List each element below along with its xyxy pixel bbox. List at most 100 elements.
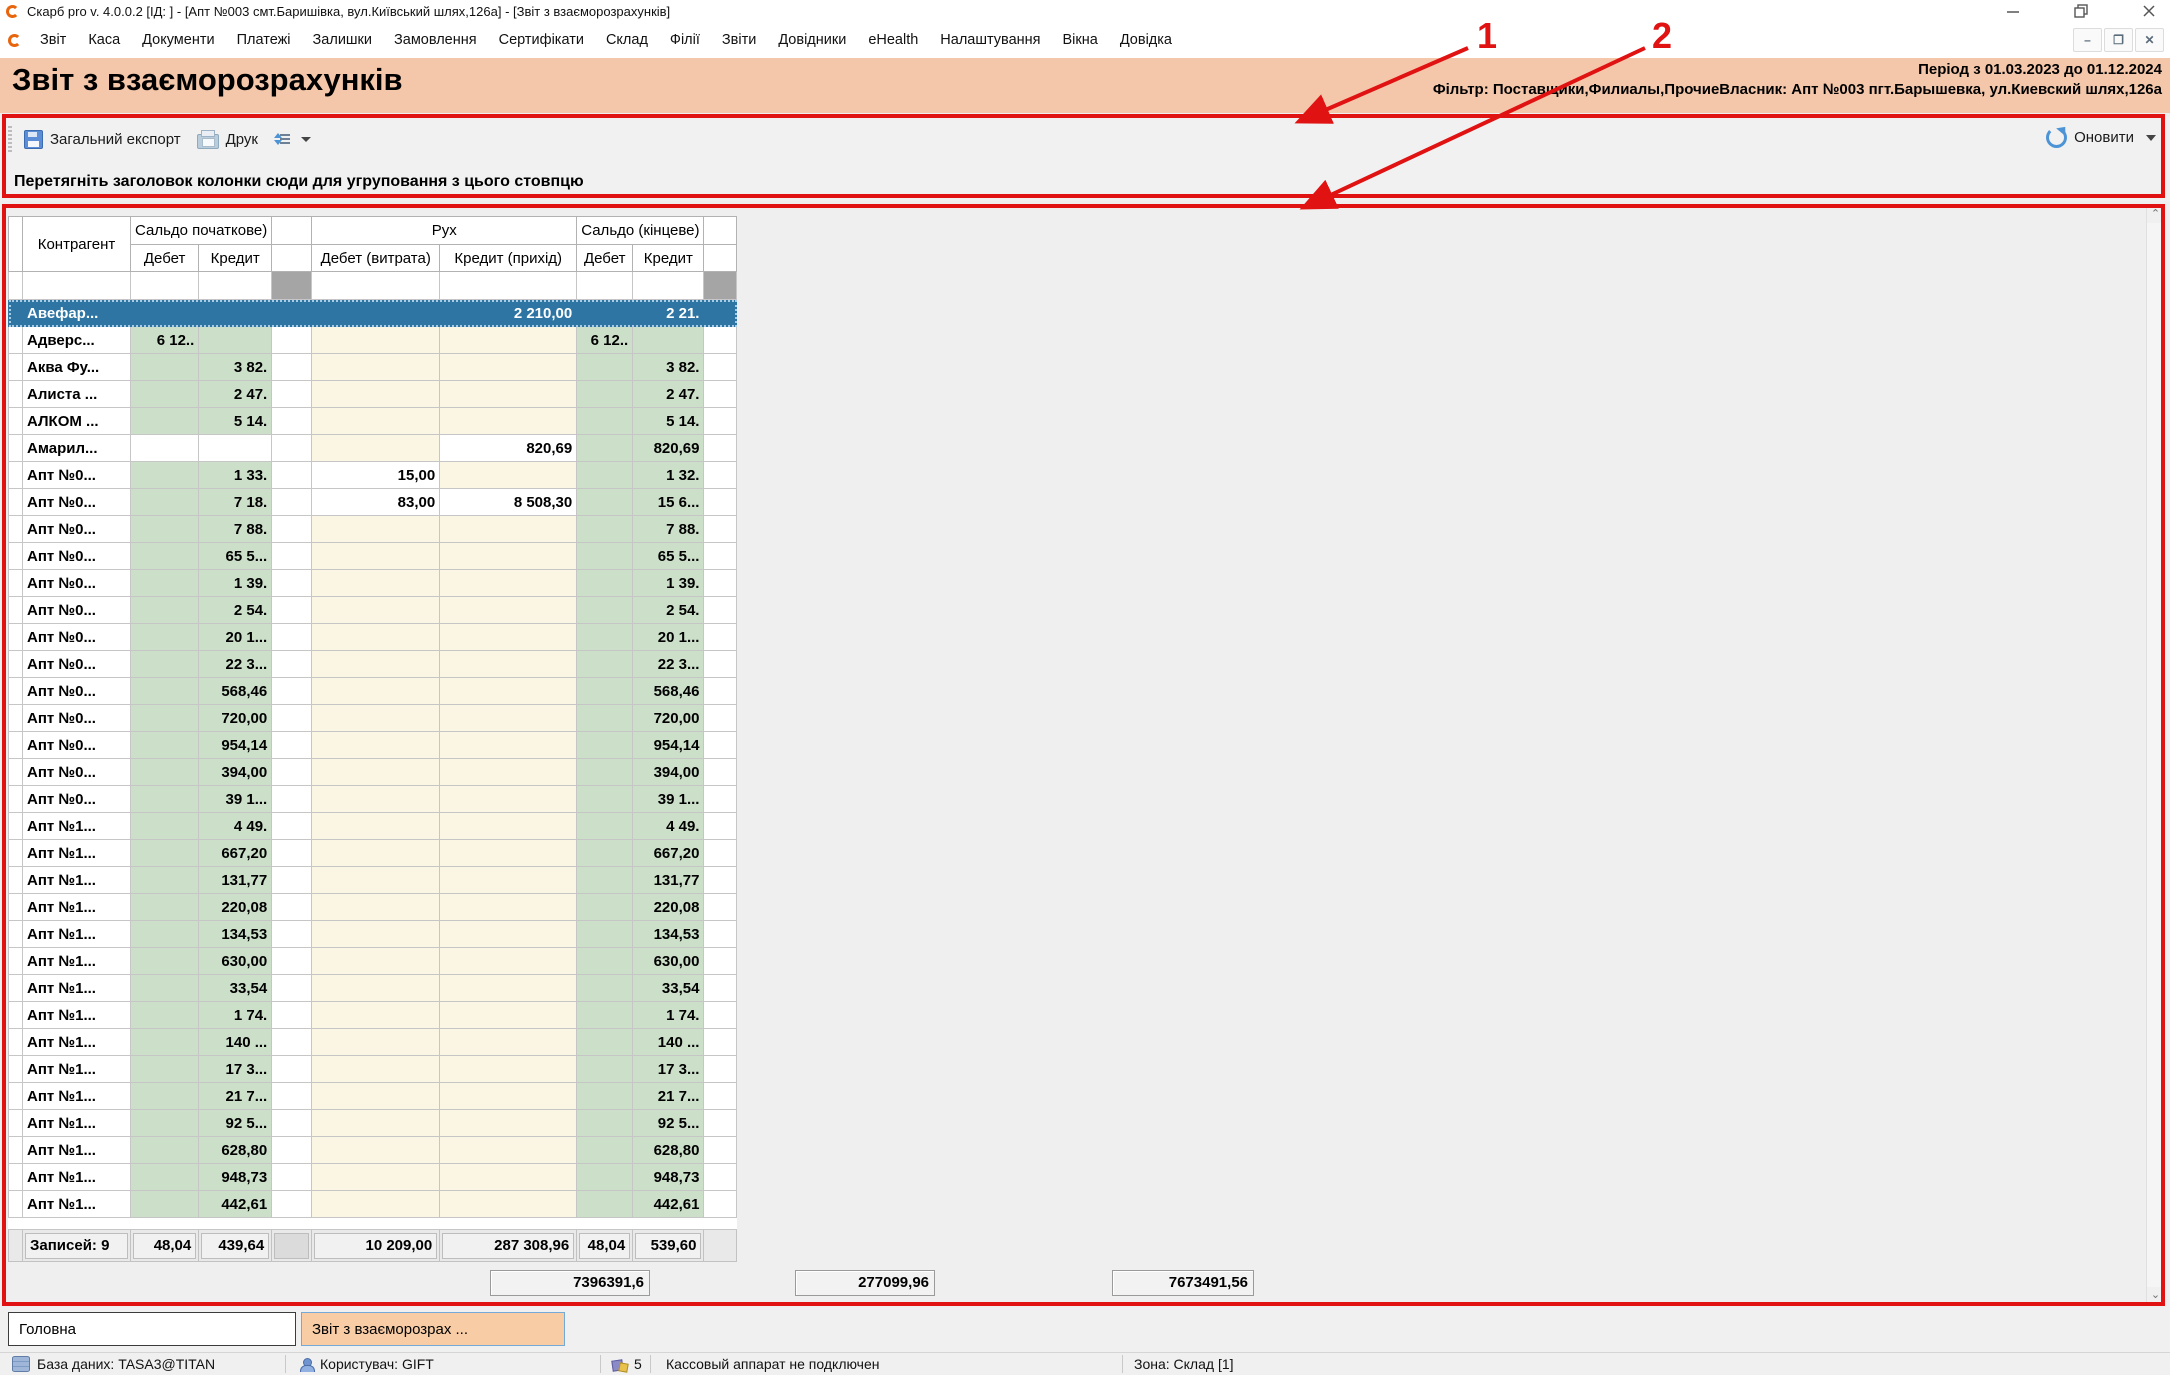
export-button-label: Загальний експорт [50,131,181,148]
menu-item-9[interactable]: Філії [659,32,711,48]
restore-button[interactable] [2070,4,2092,18]
refresh-icon [2046,127,2067,148]
table-row[interactable]: Апт №1...1 74.1 74. [9,1002,737,1029]
scroll-up-icon[interactable]: ⌃ [2147,206,2164,223]
total-credit-end: 539,60 [635,1233,701,1259]
table-row[interactable]: Апт №0...22 3...22 3... [9,651,737,678]
menu-app-icon [8,34,21,47]
table-row[interactable]: Аква Фу...3 82.3 82. [9,354,737,381]
refresh-button[interactable]: Оновити [2046,127,2134,148]
tabs-bar: Головна Звіт з взаєморозрах ... [0,1308,2170,1352]
menu-item-15[interactable]: Довідка [1109,32,1183,48]
column-placeholder-2 [704,217,737,245]
column-placeholder-1 [272,217,312,245]
column-header-debit-start[interactable]: Дебет [131,245,199,272]
save-export-icon [24,130,43,149]
table-row[interactable]: Апт №0...394,00394,00 [9,759,737,786]
menu-item-11[interactable]: Довідники [767,32,857,48]
cash-register-status: Кассовый аппарат не подключен [666,1354,880,1375]
table-row[interactable]: Апт №0...568,46568,46 [9,678,737,705]
table-row[interactable]: Апт №1...17 3...17 3... [9,1056,737,1083]
row-height-menu-button[interactable] [274,132,311,146]
menu-item-1[interactable]: Звіт [29,32,77,48]
menu-item-14[interactable]: Вікна [1052,32,1109,48]
table-row[interactable]: Апт №0...2 54.2 54. [9,597,737,624]
toolbar-overflow-icon[interactable] [2146,135,2156,141]
menu-item-2[interactable]: Каса [77,32,131,48]
table-row[interactable]: Апт №0...720,00720,00 [9,705,737,732]
mdi-close-button[interactable]: ✕ [2135,28,2164,52]
table-row[interactable]: Апт №0...65 5...65 5... [9,543,737,570]
table-row[interactable]: Апт №1...21 7...21 7... [9,1083,737,1110]
table-row[interactable]: Апт №1...4 49.4 49. [9,813,737,840]
table-row[interactable]: Апт №1...442,61442,61 [9,1191,737,1218]
export-button[interactable]: Загальний експорт [24,130,181,149]
table-row[interactable]: Апт №1...220,08220,08 [9,894,737,921]
column-header-debit-out[interactable]: Дебет (витрата) [312,245,440,272]
minimize-button[interactable] [2002,4,2024,18]
table-row[interactable]: Апт №1...667,20667,20 [9,840,737,867]
table-row[interactable]: Амарил...820,69820,69 [9,435,737,462]
group-by-hint: Перетягніть заголовок колонки сюди для у… [14,173,584,191]
column-group-saldo-start[interactable]: Сальдо початкове) [131,217,272,245]
column-group-saldo-end[interactable]: Сальдо (кінцеве) [577,217,704,245]
table-row[interactable]: Адверс...6 12..6 12.. [9,327,737,354]
table-row[interactable]: Апт №0...20 1...20 1... [9,624,737,651]
settlements-grid: Контрагент Сальдо початкове) Рух Сальдо … [8,216,737,1262]
tab-home[interactable]: Головна [8,1312,296,1346]
tab-settlements-report[interactable]: Звіт з взаєморозрах ... [301,1312,565,1346]
menu-item-12[interactable]: eHealth [857,32,929,48]
row-indicator-header [9,217,23,272]
column-header-credit-start[interactable]: Кредит [199,245,272,272]
table-row[interactable]: Авефар...2 210,002 21. [9,300,737,327]
column-header-contragent[interactable]: Контрагент [23,217,131,272]
chevron-down-icon [301,137,311,142]
report-period: Період з 01.03.2023 до 01.12.2024 [1433,61,2162,78]
vertical-scrollbar[interactable]: ⌃ ⌄ [2146,206,2164,1304]
total-debit-start: 48,04 [133,1233,196,1259]
column-header-credit-end[interactable]: Кредит [633,245,704,272]
close-button[interactable] [2138,4,2160,18]
menu-item-6[interactable]: Замовлення [383,32,488,48]
database-status: База даних: TASA3@TITAN [37,1354,215,1375]
table-row[interactable]: АЛКОМ ...5 14.5 14. [9,408,737,435]
zone-status: Зона: Склад [1] [1134,1354,1234,1375]
table-row[interactable]: Апт №1...33,5433,54 [9,975,737,1002]
grand-total-1: 7396391,6 [490,1270,650,1296]
title-bar: Скарб pro v. 4.0.0.2 [ІД: ] - [Апт №003 … [0,0,2170,23]
table-row[interactable]: Апт №1...628,80628,80 [9,1137,737,1164]
print-button[interactable]: Друк [197,130,258,149]
table-row[interactable]: Апт №1...140 ...140 ... [9,1029,737,1056]
table-row[interactable]: Апт №0...1 33.15,001 32. [9,462,737,489]
mdi-minimize-button[interactable]: – [2073,28,2102,52]
toolbar-grip[interactable] [8,126,12,152]
table-row[interactable]: Апт №1...630,00630,00 [9,948,737,975]
owner-value: Власник: Апт №003 пгт.Барышевка, ул.Киев… [1719,81,2162,98]
table-row[interactable]: Апт №0...7 18.83,008 508,3015 6... [9,489,737,516]
table-row[interactable]: Апт №0...39 1...39 1... [9,786,737,813]
menu-item-4[interactable]: Платежі [226,32,302,48]
column-header-debit-end[interactable]: Дебет [577,245,633,272]
menu-item-10[interactable]: Звіти [711,32,767,48]
menu-item-3[interactable]: Документи [131,32,225,48]
table-row[interactable]: Апт №0...1 39.1 39. [9,570,737,597]
menu-item-8[interactable]: Склад [595,32,659,48]
table-row[interactable]: Апт №0...954,14954,14 [9,732,737,759]
menu-item-7[interactable]: Сертифікати [488,32,595,48]
table-row[interactable]: Апт №1...131,77131,77 [9,867,737,894]
table-row[interactable]: Алиста ...2 47.2 47. [9,381,737,408]
menu-item-13[interactable]: Налаштування [929,32,1051,48]
menu-item-5[interactable]: Залишки [302,32,383,48]
user-status: Користувач: GIFT [320,1354,434,1375]
table-row[interactable]: Апт №1...92 5...92 5... [9,1110,737,1137]
group-by-bar[interactable]: Перетягніть заголовок колонки сюди для у… [0,161,2170,201]
mdi-restore-button[interactable]: ❐ [2104,28,2133,52]
table-row[interactable]: Апт №1...134,53134,53 [9,921,737,948]
table-row[interactable]: Апт №0...7 88.7 88. [9,516,737,543]
scroll-down-icon[interactable]: ⌄ [2147,1287,2164,1304]
column-group-movement[interactable]: Рух [312,217,577,245]
table-row[interactable]: Апт №1...948,73948,73 [9,1164,737,1191]
print-button-label: Друк [226,131,258,148]
hidden-column-1 [272,245,312,272]
column-header-credit-in[interactable]: Кредит (прихід) [440,245,577,272]
